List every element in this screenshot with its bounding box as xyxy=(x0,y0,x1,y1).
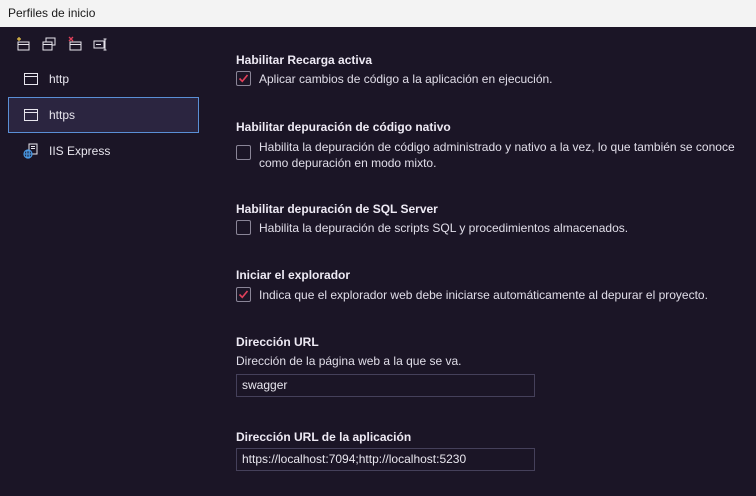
url-description: Dirección de la página web a la que se v… xyxy=(236,354,462,368)
profile-list: http https IIS Express xyxy=(8,61,199,169)
sql-debug-checkbox[interactable] xyxy=(236,220,251,235)
native-debug-label: Habilita la depuración de código adminis… xyxy=(259,139,749,171)
sidebar-item-https[interactable]: https xyxy=(8,97,199,133)
iis-express-icon xyxy=(23,143,39,159)
profile-toolbar xyxy=(14,35,110,53)
native-debug-label-line1: Habilita la depuración de código adminis… xyxy=(259,140,735,154)
sql-debug-title: Habilitar depuración de SQL Server xyxy=(236,202,438,216)
window-icon xyxy=(23,71,39,87)
url-input[interactable]: swagger xyxy=(236,374,535,397)
launch-browser-title: Iniciar el explorador xyxy=(236,268,351,282)
hot-reload-label: Aplicar cambios de código a la aplicació… xyxy=(259,72,553,86)
new-profile-icon[interactable] xyxy=(14,35,32,53)
launch-browser-checkbox[interactable] xyxy=(236,287,251,302)
window-title: Perfiles de inicio xyxy=(0,0,756,27)
url-title: Dirección URL xyxy=(236,335,319,349)
window-icon xyxy=(23,107,39,123)
sql-debug-option: Habilita la depuración de scripts SQL y … xyxy=(236,220,749,236)
native-debug-title: Habilitar depuración de código nativo xyxy=(236,120,451,134)
app-url-input[interactable]: https://localhost:7094;http://localhost:… xyxy=(236,448,535,471)
sql-debug-label: Habilita la depuración de scripts SQL y … xyxy=(259,221,629,235)
hot-reload-option: Aplicar cambios de código a la aplicació… xyxy=(236,71,749,87)
native-debug-label-line2: como depuración en modo mixto. xyxy=(259,156,437,170)
hot-reload-checkbox[interactable] xyxy=(236,71,251,86)
copy-profile-icon[interactable] xyxy=(40,35,58,53)
rename-profile-icon[interactable] xyxy=(92,35,110,53)
app-url-title: Dirección URL de la aplicación xyxy=(236,430,412,444)
delete-profile-icon[interactable] xyxy=(66,35,84,53)
sidebar-item-http[interactable]: http xyxy=(8,61,199,97)
native-debug-option: Habilita la depuración de código adminis… xyxy=(236,139,749,171)
sidebar-item-iis-express[interactable]: IIS Express xyxy=(8,133,199,169)
sidebar-item-label: https xyxy=(49,108,76,122)
sidebar-item-label: http xyxy=(49,72,70,86)
launch-browser-label: Indica que el explorador web debe inicia… xyxy=(259,288,708,302)
sidebar-item-label: IIS Express xyxy=(49,144,111,158)
hot-reload-title: Habilitar Recarga activa xyxy=(236,53,373,67)
launch-browser-option: Indica que el explorador web debe inicia… xyxy=(236,287,749,303)
native-debug-checkbox[interactable] xyxy=(236,145,251,160)
